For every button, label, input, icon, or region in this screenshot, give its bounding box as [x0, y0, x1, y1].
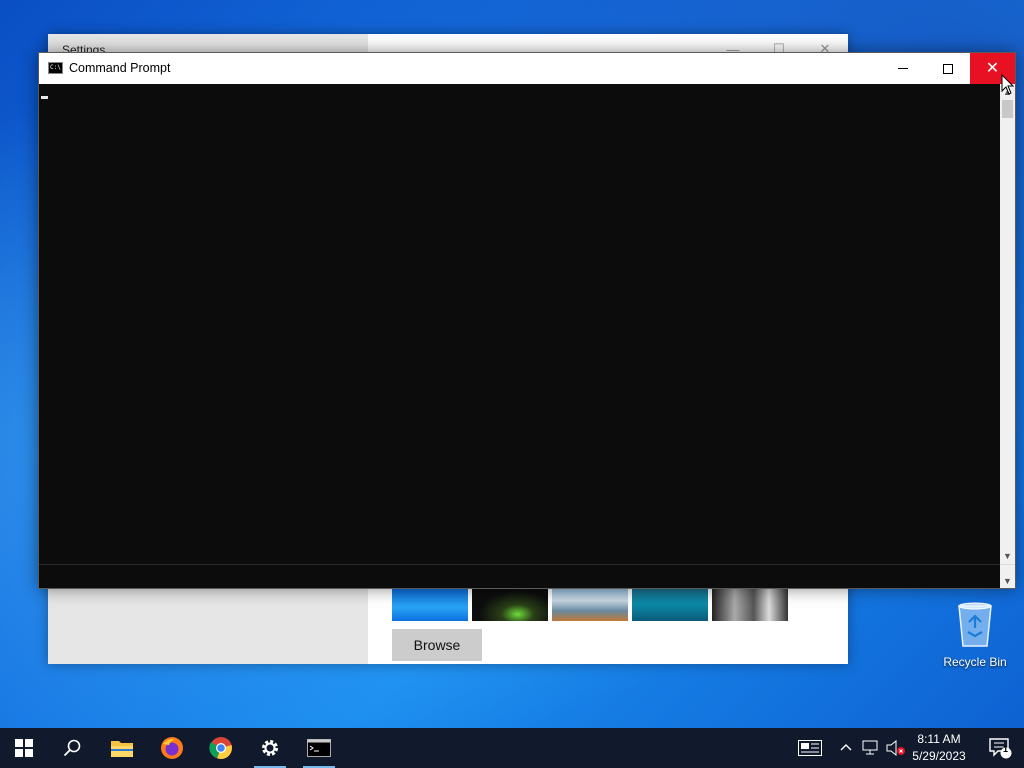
cmd-window-title: Command Prompt: [69, 61, 171, 75]
command-prompt-icon: [307, 739, 331, 757]
chrome-button[interactable]: [197, 728, 245, 768]
notification-count: 1: [1003, 744, 1009, 754]
background-thumbnail-1[interactable]: [392, 587, 468, 621]
recycle-bin[interactable]: Recycle Bin: [940, 600, 1010, 669]
scroll-down-arrow-2-icon[interactable]: ▼: [1000, 573, 1015, 588]
browse-button[interactable]: Browse: [392, 629, 482, 661]
notification-icon: [989, 738, 1012, 759]
chrome-icon: [209, 737, 232, 760]
scrollbar-separator: [1000, 564, 1015, 573]
background-thumbnails: [392, 587, 788, 621]
firefox-button[interactable]: [148, 728, 196, 768]
close-icon: ✕: [985, 59, 1000, 77]
settings-taskbar-button[interactable]: [246, 728, 294, 768]
command-prompt-icon: C:\: [48, 62, 63, 74]
taskbar: 8:11 AM 5/29/2023 1: [0, 728, 1024, 768]
action-center-button[interactable]: 1: [976, 728, 1024, 768]
network-icon[interactable]: [862, 740, 880, 756]
recycle-bin-icon: [958, 602, 992, 647]
clock-time: 8:11 AM: [917, 732, 961, 746]
vertical-scrollbar[interactable]: ▲ ▼ ▼: [1000, 84, 1015, 588]
clock[interactable]: 8:11 AM 5/29/2023: [906, 731, 972, 765]
scroll-down-arrow-icon[interactable]: ▼: [1000, 548, 1015, 563]
clock-date: 5/29/2023: [912, 749, 966, 763]
volume-muted-icon[interactable]: [886, 740, 906, 756]
news-widget-icon[interactable]: [798, 740, 822, 756]
background-thumbnail-2[interactable]: [472, 587, 548, 621]
file-explorer-button[interactable]: [98, 728, 146, 768]
console-output-area[interactable]: [39, 84, 1000, 564]
start-icon: [15, 739, 33, 757]
command-prompt-taskbar-button[interactable]: [295, 728, 343, 768]
settings-icon: [262, 740, 278, 756]
maximize-button[interactable]: [925, 53, 970, 84]
firefox-icon: [161, 737, 183, 759]
cmd-titlebar[interactable]: C:\ Command Prompt ✕: [39, 53, 1015, 84]
background-thumbnail-3[interactable]: [552, 587, 628, 621]
maximize-icon: [942, 63, 953, 74]
command-prompt-window[interactable]: C:\ Command Prompt ✕ ▲ ▼ ▼: [38, 52, 1016, 589]
minimize-button[interactable]: [880, 53, 925, 84]
file-explorer-icon: [111, 741, 133, 757]
background-thumbnail-5[interactable]: [712, 587, 788, 621]
recycle-bin-label: Recycle Bin: [943, 655, 1007, 669]
search-icon: [63, 739, 81, 757]
text-cursor: [41, 96, 48, 99]
start-button[interactable]: [0, 728, 48, 768]
search-button[interactable]: [48, 728, 96, 768]
console-bottom-area: [39, 564, 1000, 588]
mouse-pointer-icon: [1001, 74, 1015, 95]
scrollbar-thumb[interactable]: [1002, 100, 1013, 118]
chevron-up-icon[interactable]: [840, 742, 852, 752]
minimize-icon: [897, 68, 908, 69]
background-thumbnail-4[interactable]: [632, 587, 708, 621]
